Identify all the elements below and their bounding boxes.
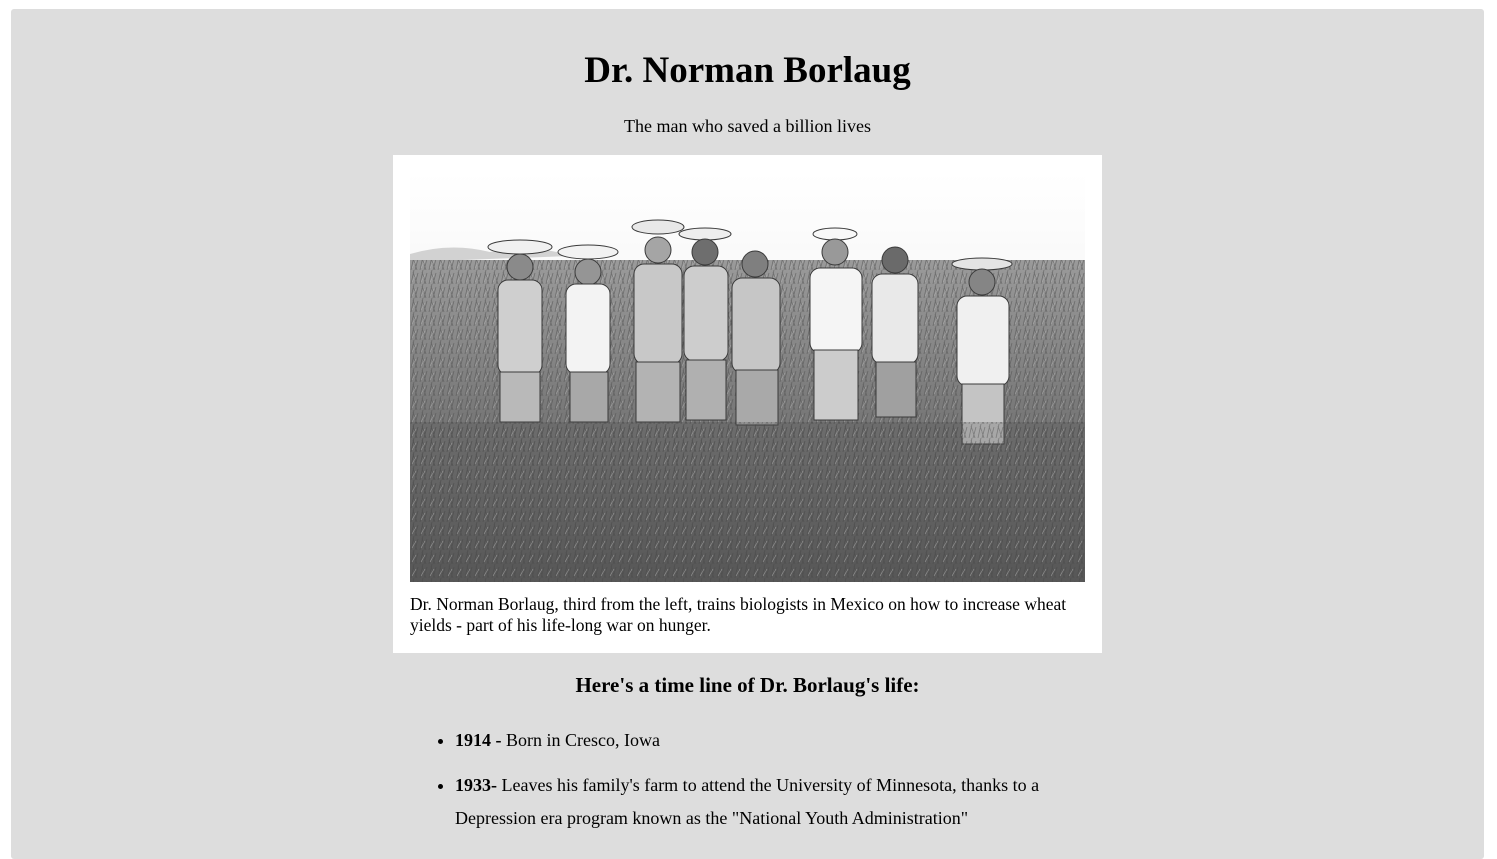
timeline-heading: Here's a time line of Dr. Borlaug's life…	[575, 673, 920, 697]
timeline-item: 1914 - Born in Cresco, Iowa	[455, 724, 1102, 757]
timeline-section: Here's a time line of Dr. Borlaug's life…	[393, 670, 1102, 847]
page-subtitle: The man who saved a billion lives	[624, 116, 871, 136]
tribute-page: Dr. Norman Borlaug The man who saved a b…	[11, 9, 1484, 859]
image-caption: Dr. Norman Borlaug, third from the left,…	[410, 594, 1067, 635]
timeline-year: 1914 -	[455, 730, 502, 750]
borlaug-photo	[410, 172, 1085, 582]
timeline-list: 1914 - Born in Cresco, Iowa 1933- Leaves…	[393, 724, 1102, 835]
timeline-item: 1933- Leaves his family's farm to attend…	[455, 769, 1102, 835]
page-title: Dr. Norman Borlaug	[584, 50, 911, 91]
timeline-text: Born in Cresco, Iowa	[501, 730, 660, 750]
timeline-year: 1933-	[455, 775, 497, 795]
timeline-text: Leaves his family's farm to attend the U…	[455, 775, 1040, 828]
image-container: Dr. Norman Borlaug, third from the left,…	[393, 155, 1102, 653]
